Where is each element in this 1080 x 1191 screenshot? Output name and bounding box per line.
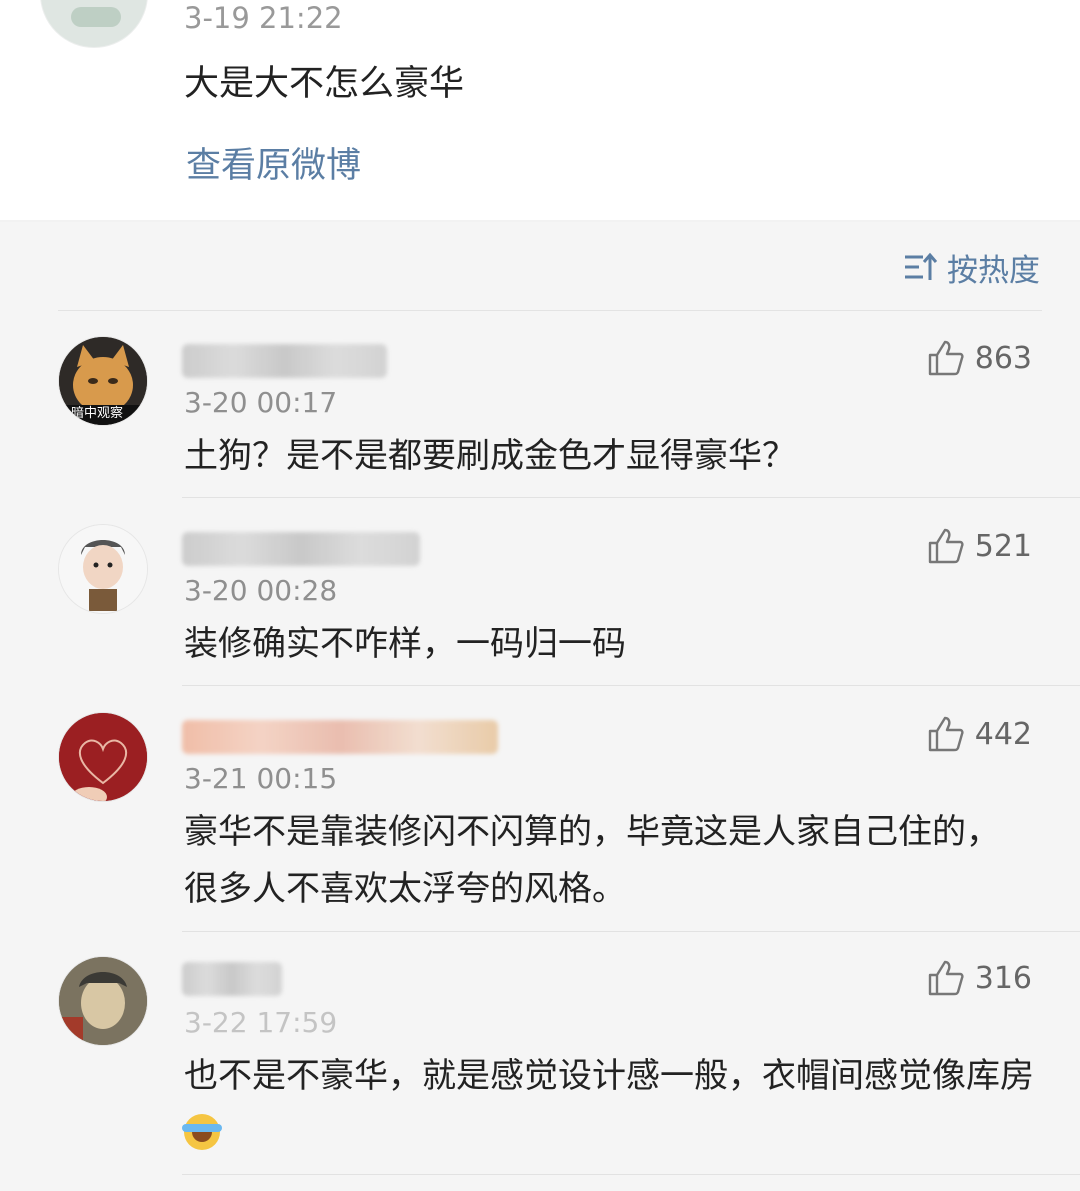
post-author-avatar[interactable] bbox=[40, 0, 148, 48]
sort-icon bbox=[905, 252, 937, 280]
comment-text: 也不是不豪华，就是感觉设计感一般，衣帽间感觉像库房 bbox=[182, 1048, 1044, 1162]
laughing-crying-emoji-icon bbox=[182, 1114, 222, 1150]
blurred-username[interactable] bbox=[182, 344, 387, 378]
view-original-link[interactable]: 查看原微博 bbox=[186, 142, 361, 190]
thumbs-up-icon bbox=[928, 960, 964, 996]
red-card-avatar-image bbox=[59, 713, 147, 801]
commenter-avatar[interactable] bbox=[58, 712, 148, 802]
commenter-avatar[interactable] bbox=[58, 956, 148, 1046]
like-button[interactable]: 521 bbox=[927, 528, 1032, 564]
divider bbox=[182, 685, 1080, 686]
like-button[interactable]: 316 bbox=[927, 960, 1032, 996]
blurred-username[interactable] bbox=[182, 962, 282, 996]
commenter-avatar[interactable] bbox=[58, 524, 148, 614]
divider bbox=[182, 1174, 1080, 1175]
divider bbox=[58, 310, 1042, 311]
comment-text: 土狗？是不是都要刷成金色才显得豪华？ bbox=[184, 436, 796, 476]
like-button[interactable]: 863 bbox=[927, 340, 1032, 376]
avatar-caption: 暗中观察 bbox=[71, 406, 124, 421]
divider bbox=[182, 497, 1080, 498]
post-time: 3-19 21:22 bbox=[184, 1, 343, 35]
original-post-card: 3-19 21:22 大是大不怎么豪华 查看原微博 bbox=[0, 0, 1080, 220]
sort-by-hot-button[interactable]: 按热度 bbox=[903, 244, 1040, 290]
commenter-avatar[interactable]: 暗中观察 bbox=[58, 336, 148, 426]
like-count: 442 bbox=[974, 716, 1032, 752]
comment-text: 豪华不是靠装修闪不闪算的，毕竟这是人家自己住的，很多人不喜欢太浮夸的风格。 bbox=[184, 812, 1000, 909]
comment-time: 3-22 17:59 bbox=[184, 1006, 338, 1039]
blurred-username[interactable] bbox=[182, 532, 420, 566]
like-button[interactable]: 442 bbox=[927, 716, 1032, 752]
thumbs-up-icon bbox=[928, 716, 964, 752]
thumbs-up-icon bbox=[928, 528, 964, 564]
cartoon-avatar-image bbox=[59, 525, 147, 613]
comment-time: 3-21 00:15 bbox=[184, 762, 338, 795]
like-count: 521 bbox=[974, 528, 1032, 564]
comment-time: 3-20 00:17 bbox=[184, 386, 338, 419]
comment-list: 按热度 暗中观察 3-20 00:17 土狗？是不是都要刷成金色才显得豪华？ 8… bbox=[0, 222, 1080, 1191]
thumbs-up-icon bbox=[928, 340, 964, 376]
comment-text-content: 也不是不豪华，就是感觉设计感一般，衣帽间感觉像库房 bbox=[184, 1056, 1034, 1096]
post-text: 大是大不怎么豪华 bbox=[184, 64, 465, 104]
comment-text: 装修确实不咋样，一码归一码 bbox=[184, 624, 626, 664]
like-count: 316 bbox=[974, 960, 1032, 996]
divider bbox=[182, 931, 1080, 932]
blurred-username[interactable] bbox=[182, 720, 498, 754]
comment-time: 3-20 00:28 bbox=[184, 574, 338, 607]
illustration-avatar-image bbox=[59, 957, 147, 1045]
sort-label: 按热度 bbox=[947, 252, 1040, 289]
like-count: 863 bbox=[974, 340, 1032, 376]
